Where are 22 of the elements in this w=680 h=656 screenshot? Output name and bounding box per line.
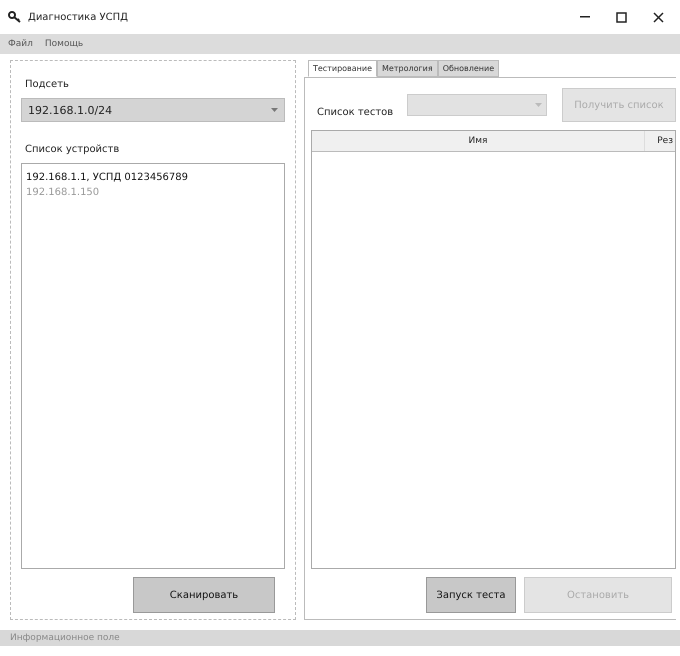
tab[interactable]: Метрология	[377, 60, 438, 77]
window-title: Диагностика УСПД	[28, 12, 128, 22]
tab[interactable]: Обновление	[438, 60, 500, 77]
key-icon	[8, 11, 22, 23]
maximize-icon[interactable]	[616, 12, 627, 22]
devices-label: Список устройств	[25, 144, 120, 155]
device-item[interactable]: 192.168.1.1, УСПД 0123456789	[26, 172, 188, 183]
tab[interactable]: Тестирование	[308, 60, 378, 77]
menu-item[interactable]: Помощь	[44, 39, 84, 49]
caret-icon	[271, 108, 278, 112]
start-test-button[interactable]: Запуск теста	[426, 577, 516, 613]
caret-icon	[535, 103, 542, 107]
scan-button[interactable]: Сканировать	[133, 577, 275, 613]
minimize-icon[interactable]	[580, 16, 590, 18]
column-header[interactable]: Рез	[645, 131, 675, 151]
status-text: Информационное поле	[10, 633, 120, 643]
column-header[interactable]: Имя	[312, 131, 645, 151]
subnet-label: Подсеть	[25, 79, 70, 90]
close-icon[interactable]	[653, 12, 664, 22]
menu-item[interactable]: Файл	[8, 39, 33, 49]
tests-label: Список тестов	[317, 106, 394, 118]
subnet-dropdown[interactable]: 192.168.1.0/24	[21, 98, 285, 122]
